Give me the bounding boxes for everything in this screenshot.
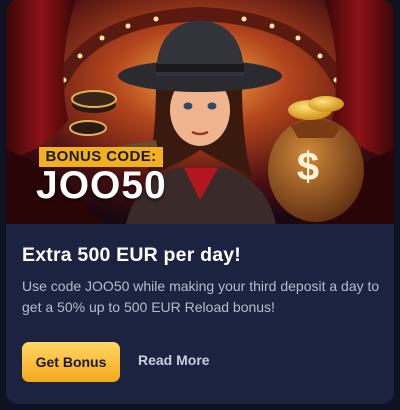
read-more-link[interactable]: Read More — [138, 352, 210, 368]
promo-description: Use code JOO50 while making your third d… — [22, 278, 380, 315]
promo-hero-image: $ BONUS CODE: JOO50 — [6, 0, 394, 224]
svg-text:$: $ — [297, 145, 319, 189]
get-bonus-button[interactable]: Get Bonus — [22, 342, 120, 382]
promo-title: Extra 500 EUR per day! — [22, 244, 241, 266]
promo-card: $ BONUS CODE: JOO50 Extra 500 EUR per da… — [6, 0, 394, 404]
bonus-code-value: JOO50 — [36, 164, 167, 207]
